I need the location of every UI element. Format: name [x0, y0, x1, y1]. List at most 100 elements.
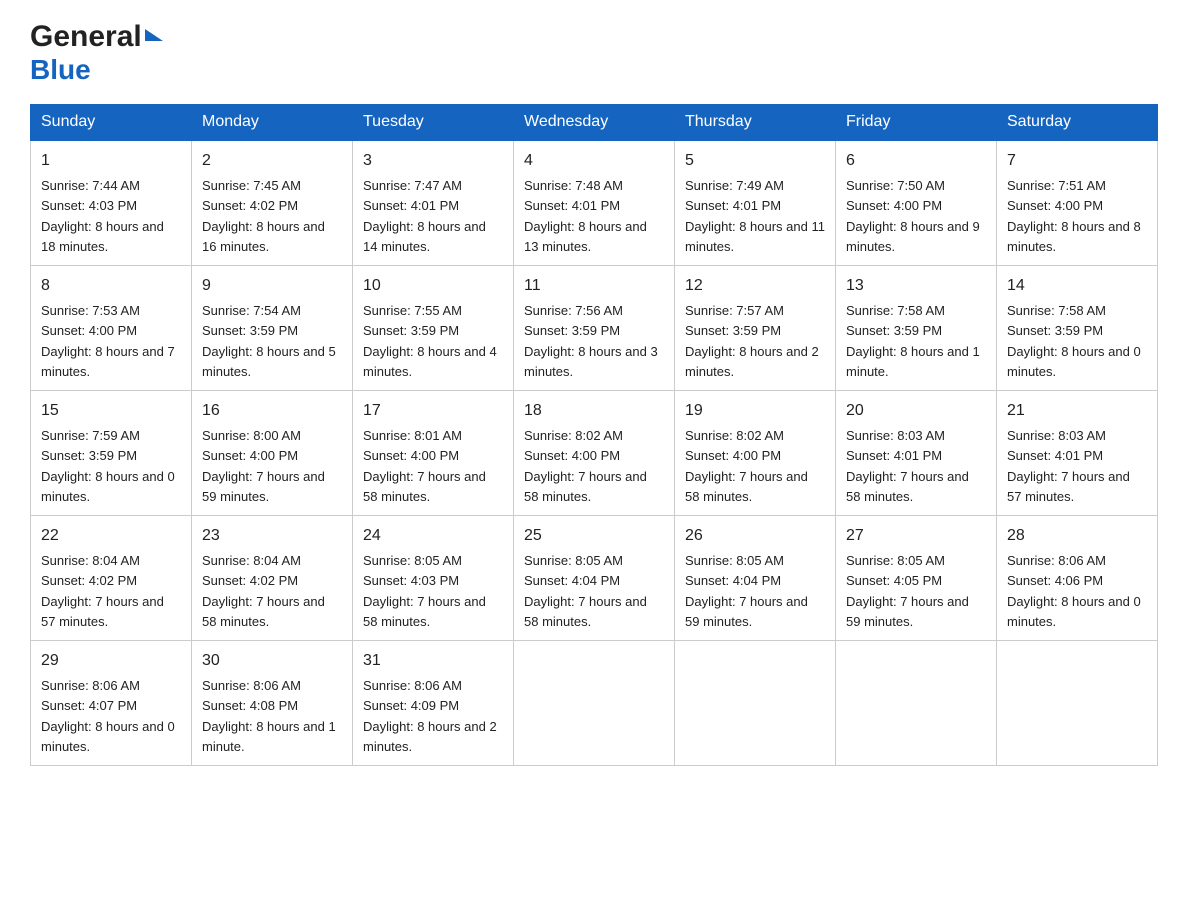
logo-general: General: [30, 20, 142, 54]
day-info: Sunrise: 8:03 AMSunset: 4:01 PMDaylight:…: [1007, 428, 1130, 504]
day-info: Sunrise: 7:49 AMSunset: 4:01 PMDaylight:…: [685, 178, 825, 254]
day-number: 2: [202, 149, 342, 173]
day-info: Sunrise: 8:06 AMSunset: 4:09 PMDaylight:…: [363, 678, 497, 754]
day-number: 5: [685, 149, 825, 173]
calendar-cell: 23 Sunrise: 8:04 AMSunset: 4:02 PMDayligh…: [192, 516, 353, 641]
calendar-cell: 15Sunrise: 7:59 AMSunset: 3:59 PMDayligh…: [31, 391, 192, 516]
day-info: Sunrise: 8:02 AMSunset: 4:00 PMDaylight:…: [524, 428, 647, 504]
weekday-header-tuesday: Tuesday: [353, 105, 514, 141]
calendar-cell: 10 Sunrise: 7:55 AMSunset: 3:59 PMDayligh…: [353, 266, 514, 391]
weekday-header-thursday: Thursday: [675, 105, 836, 141]
day-number: 23: [202, 524, 342, 548]
weekday-header-monday: Monday: [192, 105, 353, 141]
weekday-header-sunday: Sunday: [31, 105, 192, 141]
week-row-3: 15Sunrise: 7:59 AMSunset: 3:59 PMDayligh…: [31, 391, 1158, 516]
calendar-cell: [997, 641, 1158, 766]
calendar-table: SundayMondayTuesdayWednesdayThursdayFrid…: [30, 104, 1158, 766]
day-info: Sunrise: 8:03 AMSunset: 4:01 PMDaylight:…: [846, 428, 969, 504]
calendar-cell: 8 Sunrise: 7:53 AMSunset: 4:00 PMDaylight…: [31, 266, 192, 391]
calendar-cell: 27 Sunrise: 8:05 AMSunset: 4:05 PMDayligh…: [836, 516, 997, 641]
day-info: Sunrise: 8:02 AMSunset: 4:00 PMDaylight:…: [685, 428, 808, 504]
calendar-cell: 2 Sunrise: 7:45 AMSunset: 4:02 PMDaylight…: [192, 140, 353, 266]
weekday-header-row: SundayMondayTuesdayWednesdayThursdayFrid…: [31, 105, 1158, 141]
calendar-cell: 4 Sunrise: 7:48 AMSunset: 4:01 PMDaylight…: [514, 140, 675, 266]
weekday-header-wednesday: Wednesday: [514, 105, 675, 141]
day-number: 3: [363, 149, 503, 173]
calendar-cell: 17Sunrise: 8:01 AMSunset: 4:00 PMDayligh…: [353, 391, 514, 516]
calendar-cell: 20 Sunrise: 8:03 AMSunset: 4:01 PMDayligh…: [836, 391, 997, 516]
day-info: Sunrise: 8:05 AMSunset: 4:03 PMDaylight:…: [363, 553, 486, 629]
day-info: Sunrise: 8:05 AMSunset: 4:04 PMDaylight:…: [685, 553, 808, 629]
day-info: Sunrise: 7:53 AMSunset: 4:00 PMDaylight:…: [41, 303, 175, 379]
day-number: 16: [202, 399, 342, 423]
day-info: Sunrise: 7:58 AMSunset: 3:59 PMDaylight:…: [1007, 303, 1141, 379]
calendar-cell: 26Sunrise: 8:05 AMSunset: 4:04 PMDayligh…: [675, 516, 836, 641]
page-header: General Blue: [30, 20, 1158, 86]
day-number: 1: [41, 149, 181, 173]
day-info: Sunrise: 7:58 AMSunset: 3:59 PMDaylight:…: [846, 303, 980, 379]
day-info: Sunrise: 7:55 AMSunset: 3:59 PMDaylight:…: [363, 303, 497, 379]
day-number: 17: [363, 399, 503, 423]
day-number: 9: [202, 274, 342, 298]
day-info: Sunrise: 8:00 AMSunset: 4:00 PMDaylight:…: [202, 428, 325, 504]
day-number: 12: [685, 274, 825, 298]
day-number: 22: [41, 524, 181, 548]
calendar-cell: 28Sunrise: 8:06 AMSunset: 4:06 PMDayligh…: [997, 516, 1158, 641]
day-info: Sunrise: 7:47 AMSunset: 4:01 PMDaylight:…: [363, 178, 486, 254]
weekday-header-friday: Friday: [836, 105, 997, 141]
day-info: Sunrise: 7:51 AMSunset: 4:00 PMDaylight:…: [1007, 178, 1141, 254]
day-info: Sunrise: 7:57 AMSunset: 3:59 PMDaylight:…: [685, 303, 819, 379]
day-info: Sunrise: 7:59 AMSunset: 3:59 PMDaylight:…: [41, 428, 175, 504]
day-number: 8: [41, 274, 181, 298]
day-info: Sunrise: 8:06 AMSunset: 4:06 PMDaylight:…: [1007, 553, 1141, 629]
calendar-cell: 29Sunrise: 8:06 AMSunset: 4:07 PMDayligh…: [31, 641, 192, 766]
calendar-cell: 9Sunrise: 7:54 AMSunset: 3:59 PMDaylight…: [192, 266, 353, 391]
calendar-cell: 25 Sunrise: 8:05 AMSunset: 4:04 PMDayligh…: [514, 516, 675, 641]
day-number: 4: [524, 149, 664, 173]
logo: General Blue: [30, 20, 163, 86]
day-number: 11: [524, 274, 664, 298]
calendar-cell: 18Sunrise: 8:02 AMSunset: 4:00 PMDayligh…: [514, 391, 675, 516]
week-row-4: 22 Sunrise: 8:04 AMSunset: 4:02 PMDayligh…: [31, 516, 1158, 641]
calendar-cell: 24 Sunrise: 8:05 AMSunset: 4:03 PMDayligh…: [353, 516, 514, 641]
day-number: 25: [524, 524, 664, 548]
day-info: Sunrise: 7:48 AMSunset: 4:01 PMDaylight:…: [524, 178, 647, 254]
logo-arrow-icon: [145, 29, 163, 41]
day-number: 6: [846, 149, 986, 173]
calendar-cell: 16 Sunrise: 8:00 AMSunset: 4:00 PMDayligh…: [192, 391, 353, 516]
day-info: Sunrise: 7:44 AMSunset: 4:03 PMDaylight:…: [41, 178, 164, 254]
calendar-cell: 31 Sunrise: 8:06 AMSunset: 4:09 PMDayligh…: [353, 641, 514, 766]
day-number: 21: [1007, 399, 1147, 423]
day-number: 30: [202, 649, 342, 673]
day-number: 27: [846, 524, 986, 548]
day-info: Sunrise: 8:05 AMSunset: 4:04 PMDaylight:…: [524, 553, 647, 629]
day-info: Sunrise: 8:05 AMSunset: 4:05 PMDaylight:…: [846, 553, 969, 629]
weekday-header-saturday: Saturday: [997, 105, 1158, 141]
calendar-cell: 7Sunrise: 7:51 AMSunset: 4:00 PMDaylight…: [997, 140, 1158, 266]
day-number: 31: [363, 649, 503, 673]
calendar-cell: 13 Sunrise: 7:58 AMSunset: 3:59 PMDayligh…: [836, 266, 997, 391]
week-row-2: 8 Sunrise: 7:53 AMSunset: 4:00 PMDaylight…: [31, 266, 1158, 391]
calendar-cell: [675, 641, 836, 766]
day-number: 20: [846, 399, 986, 423]
day-number: 10: [363, 274, 503, 298]
day-number: 13: [846, 274, 986, 298]
week-row-5: 29Sunrise: 8:06 AMSunset: 4:07 PMDayligh…: [31, 641, 1158, 766]
calendar-cell: [514, 641, 675, 766]
calendar-cell: 3 Sunrise: 7:47 AMSunset: 4:01 PMDaylight…: [353, 140, 514, 266]
day-info: Sunrise: 7:45 AMSunset: 4:02 PMDaylight:…: [202, 178, 325, 254]
calendar-cell: 21 Sunrise: 8:03 AMSunset: 4:01 PMDayligh…: [997, 391, 1158, 516]
day-number: 19: [685, 399, 825, 423]
calendar-cell: 14 Sunrise: 7:58 AMSunset: 3:59 PMDayligh…: [997, 266, 1158, 391]
day-info: Sunrise: 8:06 AMSunset: 4:08 PMDaylight:…: [202, 678, 336, 754]
calendar-cell: [836, 641, 997, 766]
day-info: Sunrise: 8:04 AMSunset: 4:02 PMDaylight:…: [41, 553, 164, 629]
day-number: 14: [1007, 274, 1147, 298]
day-info: Sunrise: 8:04 AMSunset: 4:02 PMDaylight:…: [202, 553, 325, 629]
calendar-cell: 5 Sunrise: 7:49 AMSunset: 4:01 PMDaylight…: [675, 140, 836, 266]
day-number: 24: [363, 524, 503, 548]
day-number: 29: [41, 649, 181, 673]
calendar-cell: 11Sunrise: 7:56 AMSunset: 3:59 PMDayligh…: [514, 266, 675, 391]
calendar-cell: 30 Sunrise: 8:06 AMSunset: 4:08 PMDayligh…: [192, 641, 353, 766]
calendar-cell: 12 Sunrise: 7:57 AMSunset: 3:59 PMDayligh…: [675, 266, 836, 391]
